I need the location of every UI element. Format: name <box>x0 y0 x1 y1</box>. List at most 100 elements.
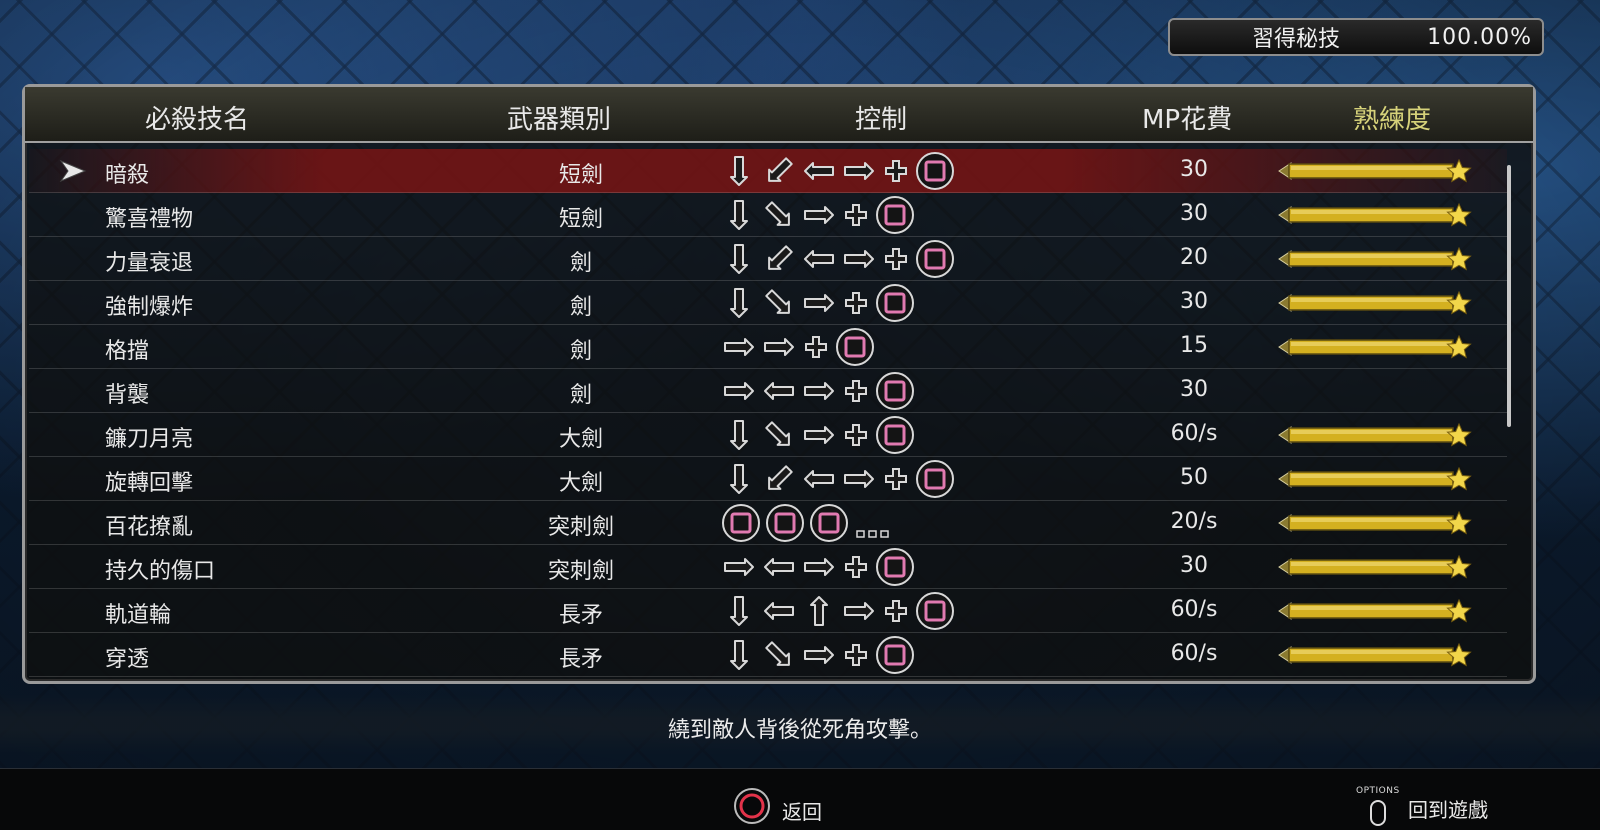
arrow-right-icon <box>804 558 834 576</box>
arrow-down-icon <box>730 640 748 670</box>
skill-row[interactable]: 穿透 長矛 60/s <box>29 633 1507 677</box>
arrow-down-icon <box>730 464 748 494</box>
arrow-down-right-icon <box>765 289 790 314</box>
square-button-icon <box>916 240 954 278</box>
square-button-icon <box>876 196 914 234</box>
plus-icon <box>845 424 867 446</box>
plus-icon <box>885 160 907 182</box>
arrow-right-icon <box>804 646 834 664</box>
mastery-bar <box>1278 467 1472 491</box>
arrow-down-icon <box>730 200 748 230</box>
skill-list: 暗殺 短劍 30 驚喜禮物 短劍 30 力量衰退劍 20 強制爆炸劍 30 格擋劍 15 背襲劍 30 鐮刀… <box>29 149 1507 679</box>
arrow-left-icon <box>804 162 834 180</box>
mastery-bar <box>1278 335 1472 359</box>
skill-row[interactable]: 驚喜禮物 短劍 30 <box>29 193 1507 237</box>
skill-row[interactable]: 鐮刀月亮 大劍 60/s <box>29 413 1507 457</box>
skill-input-sequence <box>721 459 955 499</box>
skill-mp-cost: 30 <box>1180 553 1208 578</box>
square-button-icon <box>876 548 914 586</box>
header-weapon-type: 武器類別 <box>507 105 612 135</box>
skill-name: 暗殺 <box>105 163 150 188</box>
arrow-right-icon <box>844 162 874 180</box>
plus-icon <box>885 600 907 622</box>
mastery-bar <box>1278 599 1472 623</box>
scrollbar[interactable] <box>1507 165 1511 427</box>
skill-input-sequence <box>721 591 955 631</box>
arrow-right-icon <box>804 294 834 312</box>
skill-mp-cost: 60/s <box>1170 641 1218 666</box>
skill-weapon-type: 大劍 <box>558 471 603 496</box>
skill-row[interactable]: 百花撩亂 突刺劍 20/s <box>29 501 1507 545</box>
plus-icon <box>845 644 867 666</box>
skill-row[interactable]: 背襲 劍 30 <box>29 369 1507 413</box>
skill-row[interactable]: 旋轉回擊 大劍 50 <box>29 457 1507 501</box>
back-label[interactable]: 返回 <box>782 796 822 825</box>
arrow-down-right-icon <box>765 201 790 226</box>
arrow-left-icon <box>804 470 834 488</box>
arrow-down-icon <box>730 596 748 626</box>
skill-name: 格擋 <box>105 339 150 364</box>
skill-mp-cost: 20 <box>1180 245 1208 270</box>
arrow-down-icon <box>730 244 748 274</box>
plus-icon <box>885 248 907 270</box>
skill-weapon-type: 劍 <box>569 295 592 320</box>
skill-row[interactable]: 格擋 劍 15 <box>29 325 1507 369</box>
skill-input-sequence <box>721 239 955 279</box>
skill-name: 穿透 <box>105 647 150 672</box>
square-button-icon <box>916 460 954 498</box>
skill-row[interactable]: 力量衰退 劍 20 <box>29 237 1507 281</box>
skill-input-sequence <box>721 635 915 675</box>
plus-icon <box>805 336 827 358</box>
skill-mp-cost: 15 <box>1180 333 1208 358</box>
skill-row[interactable]: 持久的傷口 突刺劍 30 <box>29 545 1507 589</box>
mastery-bar <box>1278 159 1472 183</box>
skill-name: 力量衰退 <box>105 251 194 276</box>
skill-weapon-type: 長矛 <box>558 603 603 628</box>
skill-list-panel: 必殺技名 武器類別 控制 MP花費 熟練度 暗殺 短劍 30 驚喜禮物 短劍 30 力量衰退… <box>22 84 1536 684</box>
arrow-right-icon <box>804 426 834 444</box>
skill-mp-cost: 50 <box>1180 465 1208 490</box>
plus-icon <box>845 204 867 226</box>
mastery-bar <box>1278 423 1472 447</box>
square-button-icon <box>810 504 848 542</box>
plus-icon <box>845 292 867 314</box>
mastery-bar <box>1278 555 1472 579</box>
arrow-down-left-icon <box>768 465 793 490</box>
square-button-icon <box>876 416 914 454</box>
skill-name: 驚喜禮物 <box>105 207 194 232</box>
mastery-summary: 習得秘技 100.00% <box>1168 18 1544 56</box>
skill-mp-cost: 20/s <box>1170 509 1218 534</box>
skill-row[interactable]: 暗殺 短劍 30 <box>29 149 1507 193</box>
skill-input-sequence <box>721 415 915 455</box>
skill-input-sequence <box>721 195 915 235</box>
arrow-left-icon <box>764 382 794 400</box>
arrow-right-icon <box>844 470 874 488</box>
skill-description: 繞到敵人背後從死角攻擊。 <box>667 718 932 743</box>
skill-row[interactable]: 強制爆炸 劍 30 <box>29 281 1507 325</box>
arrow-right-icon <box>844 250 874 268</box>
plus-icon <box>845 380 867 402</box>
skill-mp-cost: 60/s <box>1170 597 1218 622</box>
header-mastery: 熟練度 <box>1353 105 1432 135</box>
arrow-down-right-icon <box>765 421 790 446</box>
square-button-icon <box>836 328 874 366</box>
mastery-bar <box>1278 291 1472 315</box>
skill-row[interactable]: 軌道輪 長矛 60/s <box>29 589 1507 633</box>
square-button-icon <box>876 284 914 322</box>
skill-weapon-type: 短劍 <box>558 207 603 232</box>
skill-mp-cost: 30 <box>1180 289 1208 314</box>
arrow-left-icon <box>764 602 794 620</box>
arrow-left-icon <box>804 250 834 268</box>
header-skill-name: 必殺技名 <box>145 105 250 135</box>
skill-name: 背襲 <box>105 383 150 408</box>
arrow-down-left-icon <box>768 245 793 270</box>
skill-mp-cost: 30 <box>1180 157 1208 182</box>
selection-cursor-icon <box>59 159 87 183</box>
mastery-bar <box>1278 511 1472 535</box>
options-button-icon[interactable] <box>1370 800 1386 826</box>
arrow-right-icon <box>724 338 754 356</box>
skill-weapon-type: 長矛 <box>558 647 603 672</box>
return-to-game-label[interactable]: 回到遊戲 <box>1408 794 1488 823</box>
circle-button-icon[interactable] <box>732 786 772 826</box>
mastery-summary-value: 100.00% <box>1427 24 1532 50</box>
